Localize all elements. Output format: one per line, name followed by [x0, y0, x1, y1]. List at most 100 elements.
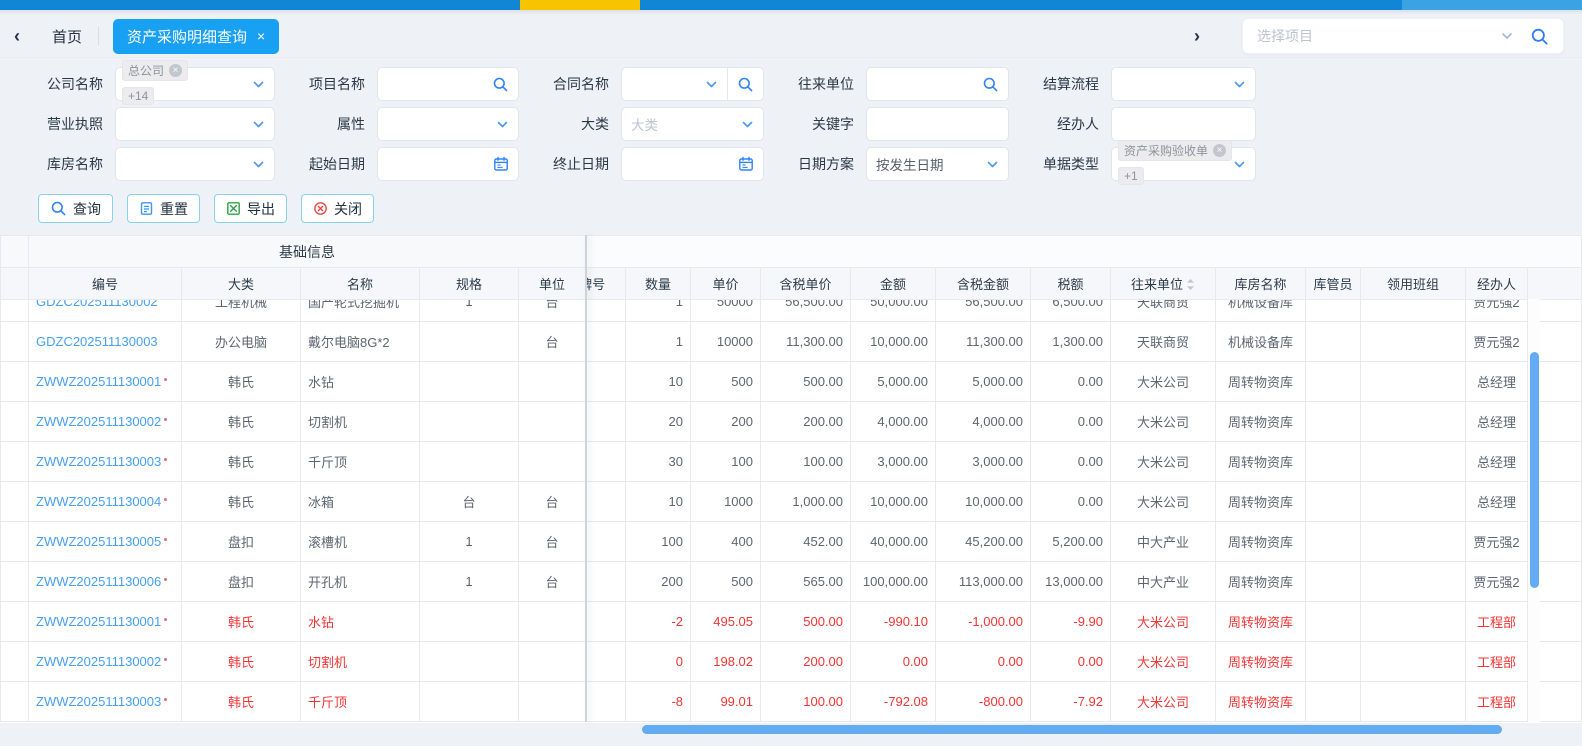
doc-link[interactable]: ZWWZ202511130002	[36, 414, 161, 429]
tab-close-icon[interactable]: ×	[257, 28, 265, 44]
chevron-down-icon[interactable]	[252, 78, 265, 91]
cell-unit	[518, 641, 586, 682]
column-header-amount[interactable]: 金额	[850, 267, 937, 300]
column-header-warehouse[interactable]: 库房名称	[1215, 267, 1307, 300]
reset-button[interactable]: 重置	[127, 194, 200, 223]
doc-link[interactable]: GDZC202511130003	[36, 334, 158, 349]
doc-link[interactable]: ZWWZ202511130003	[36, 454, 161, 469]
vertical-scrollbar[interactable]	[1527, 299, 1540, 722]
export-button[interactable]: 导出	[214, 194, 287, 223]
filter-counterparty-control[interactable]	[866, 67, 1009, 101]
column-header-brand[interactable]: 牌号	[585, 267, 627, 300]
column-header-agent[interactable]: 经办人	[1465, 267, 1529, 300]
tab-asset-purchase-query[interactable]: 资产采购明细查询 ×	[113, 18, 280, 54]
filter-handler-control[interactable]	[1111, 107, 1256, 141]
search-icon[interactable]	[1530, 27, 1549, 46]
filter-contract-name-control[interactable]	[621, 67, 764, 101]
filter-start-date-control[interactable]	[377, 147, 519, 181]
chevron-down-icon[interactable]	[1233, 78, 1246, 91]
doc-link[interactable]: GDZC202511130002	[36, 300, 158, 309]
cell-tax: 6,500.00	[1030, 300, 1111, 322]
table-row[interactable]: ZWWZ202511130006 盘扣 开孔机 1 台 200 500 565.00 100,0…	[0, 561, 1582, 602]
column-header-code[interactable]: 编号	[28, 267, 182, 300]
doc-link[interactable]: ZWWZ202511130006	[36, 574, 161, 589]
column-header-name[interactable]: 名称	[300, 267, 420, 300]
column-header-keeper[interactable]: 库管员	[1305, 267, 1362, 300]
column-header-spec[interactable]: 规格	[419, 267, 519, 300]
horizontal-scrollbar[interactable]	[0, 723, 1582, 736]
chevron-down-icon[interactable]	[705, 78, 718, 91]
doc-link[interactable]: ZWWZ202511130002	[36, 654, 161, 669]
column-header-tax[interactable]: 税额	[1030, 267, 1112, 300]
sort-icon[interactable]	[1186, 278, 1195, 294]
column-header-supplier[interactable]: 往来单位	[1110, 267, 1217, 300]
tag-close-icon[interactable]: ×	[1213, 144, 1227, 157]
column-header-category[interactable]: 大类	[181, 267, 301, 300]
doc-link[interactable]: ZWWZ202511130001	[36, 374, 161, 389]
column-header-amount_tax[interactable]: 含税金额	[935, 267, 1032, 300]
chevron-down-icon[interactable]	[252, 158, 265, 171]
cell-agent: 工程部	[1465, 641, 1528, 682]
column-header-label: 库房名称	[1234, 277, 1287, 292]
table-row[interactable]: ZWWZ202511130001 韩氏 水钻 10 500 500.00 5,000.00 5…	[0, 361, 1582, 402]
filter-warehouse-name-control[interactable]	[115, 147, 275, 181]
horizontal-scroll-thumb[interactable]	[642, 725, 1502, 734]
cell-keeper	[1305, 601, 1361, 642]
search-icon[interactable]	[737, 76, 754, 93]
filter-attribute-control[interactable]	[377, 107, 519, 141]
table-row[interactable]: ZWWZ202511130004 韩氏 冰箱台台 10 1000 1,000.00 10,0…	[0, 481, 1582, 522]
column-header-price_tax[interactable]: 含税单价	[760, 267, 852, 300]
doc-link[interactable]: ZWWZ202511130004	[36, 494, 161, 509]
chevron-down-icon[interactable]	[1233, 158, 1246, 171]
tag-close-icon[interactable]: ×	[169, 64, 183, 77]
cell-tax: 0.00	[1030, 361, 1111, 402]
calendar-icon[interactable]	[738, 156, 754, 172]
filter-date-scheme-control[interactable]: 按发生日期	[866, 147, 1009, 181]
table-row[interactable]: ZWWZ202511130003 韩氏 千斤顶 -8 99.01 100.00 -792.0…	[0, 681, 1582, 722]
tag-label: 总公司	[128, 64, 165, 78]
column-header-unit[interactable]: 单位	[517, 267, 587, 300]
filter-company-name-control[interactable]: 总公司 × +14	[115, 60, 275, 105]
doc-link[interactable]: ZWWZ202511130003	[36, 694, 161, 709]
table-row[interactable]: GDZC202511130002 工程机械 国产轮式挖掘机 1 台 1 50000 56,50…	[0, 300, 1582, 322]
table-row[interactable]: GDZC202511130003 办公电脑 戴尔电脑8G*2 台 1 10000 11,30…	[0, 321, 1582, 362]
chevron-down-icon[interactable]	[986, 158, 999, 171]
table-row[interactable]: ZWWZ202511130002 韩氏 切割机 0 198.02 200.00 0.00 0.…	[0, 641, 1582, 682]
column-header-qty[interactable]: 数量	[625, 267, 692, 300]
doc-link[interactable]: ZWWZ202511130001	[36, 614, 161, 629]
vertical-scroll-thumb[interactable]	[1530, 352, 1539, 588]
search-icon[interactable]	[982, 76, 999, 93]
strip-blue-left	[0, 0, 520, 10]
filter-end-date-control[interactable]	[621, 147, 764, 181]
filter-doc-type-control[interactable]: 资产采购验收单 × +1	[1111, 140, 1256, 185]
filter-label-company-name: 公司名称	[47, 76, 103, 92]
close-button[interactable]: 关闭	[301, 194, 374, 223]
cell-price_tax: 1,000.00	[760, 481, 851, 522]
table-row[interactable]: ZWWZ202511130003 韩氏 千斤顶 30 100 100.00 3,000.00…	[0, 441, 1582, 482]
filter-category-control[interactable]: 大类	[621, 107, 764, 141]
query-button[interactable]: 查询	[38, 194, 113, 223]
table-row[interactable]: ZWWZ202511130002 韩氏 切割机 20 200 200.00 4,000.00…	[0, 401, 1582, 442]
chevron-down-icon[interactable]	[496, 118, 509, 131]
tbody: GDZC202511130002 工程机械 国产轮式挖掘机 1 台 1 50000 56,50…	[0, 300, 1582, 722]
calendar-icon[interactable]	[493, 156, 509, 172]
column-header-price[interactable]: 单价	[690, 267, 762, 300]
filter-project-name-control[interactable]	[377, 67, 519, 101]
doc-link[interactable]: ZWWZ202511130005	[36, 534, 161, 549]
chevron-down-icon[interactable]	[1500, 29, 1514, 43]
filter-keyword-control[interactable]	[866, 107, 1009, 141]
filter-business-license-control[interactable]	[115, 107, 275, 141]
chevron-down-icon[interactable]	[252, 118, 265, 131]
cell-amount_tax: 3,000.00	[935, 441, 1031, 482]
search-icon[interactable]	[492, 76, 509, 93]
column-header-team[interactable]: 领用班组	[1360, 267, 1467, 300]
forward-chevron-icon[interactable]: ›	[1194, 26, 1216, 47]
table-row[interactable]: ZWWZ202511130005 盘扣 滚槽机 1 台 100 400 452.00 40,00…	[0, 521, 1582, 562]
project-select[interactable]: 选择项目	[1242, 18, 1564, 54]
filter-settlement-flow-control[interactable]	[1111, 67, 1256, 101]
chevron-down-icon[interactable]	[741, 118, 754, 131]
cell-amount: -792.08	[850, 681, 936, 722]
tab-home[interactable]: 首页	[52, 26, 82, 47]
table-row[interactable]: ZWWZ202511130001 韩氏 水钻 -2 495.05 500.00 -990.1…	[0, 601, 1582, 642]
back-chevron-icon[interactable]: ‹	[14, 26, 36, 47]
